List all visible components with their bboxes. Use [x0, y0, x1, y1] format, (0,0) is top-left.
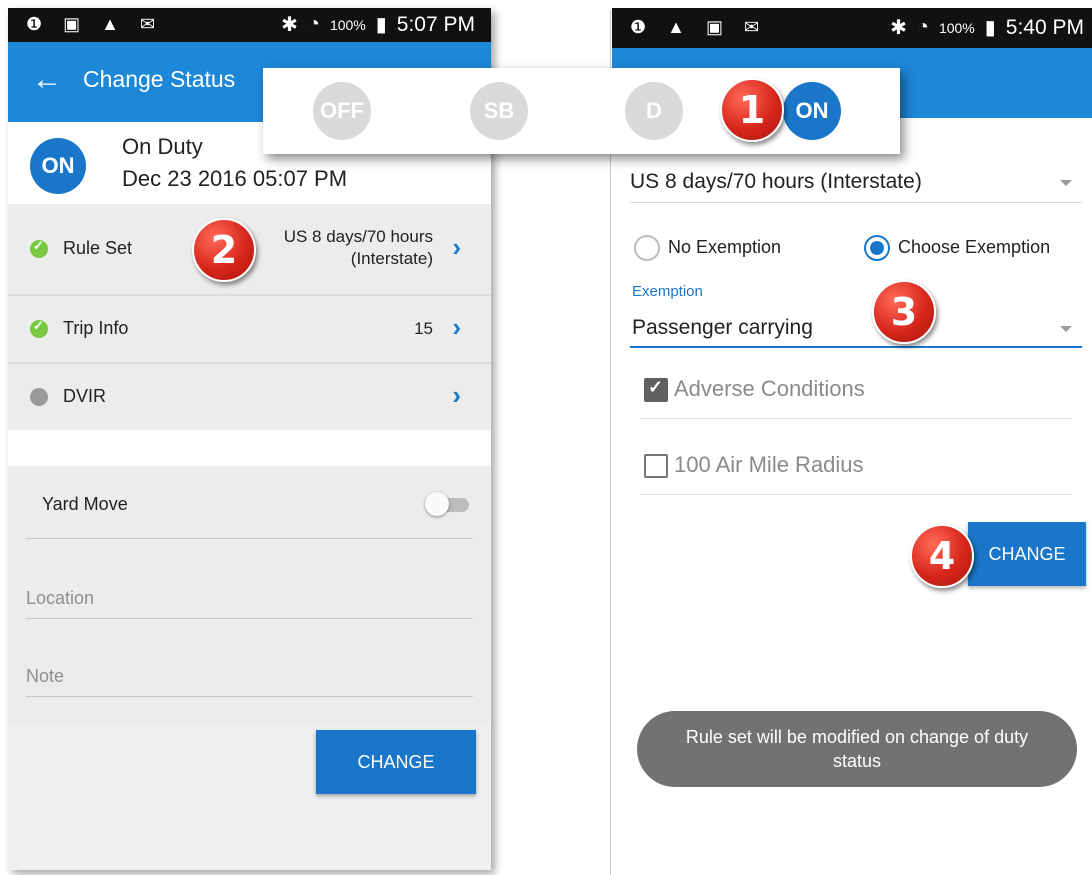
clock: 5:07 PM: [396, 12, 475, 36]
bluetooth-icon: ✱: [890, 17, 907, 39]
wifi-icon: ◔: [916, 16, 929, 38]
yard-move-toggle[interactable]: [425, 492, 469, 516]
checkbox-checked-icon: [644, 377, 668, 402]
row-value: US 8 days/70 hours (Interstate): [284, 226, 433, 270]
check-circle-icon: [30, 318, 48, 338]
rule-set-value-line1: US 8 days/70 hours: [283, 227, 433, 246]
form-area: Yard Move Location Note: [8, 466, 491, 724]
status-bar: ❶ ▣ ▲ ✉ ✱ ◔ 100% ▮ 5:07 PM: [8, 8, 491, 42]
checkbox-unchecked-icon: [644, 454, 668, 478]
radio-unselected-icon: [634, 235, 660, 261]
dropdown-arrow-icon: [1060, 180, 1072, 186]
change-button-right[interactable]: CHANGE: [968, 522, 1086, 586]
battery-icon: ▮: [984, 17, 996, 39]
battery-icon: ▮: [375, 14, 387, 36]
divider: [26, 538, 473, 539]
step-marker-4: 4: [910, 524, 974, 588]
page-title: Change Status: [83, 66, 236, 92]
change-button[interactable]: CHANGE: [316, 730, 476, 794]
battery-level: 100%: [329, 16, 366, 33]
status-label: On Duty: [122, 134, 203, 159]
choose-exemption-radio[interactable]: Choose Exemption: [864, 234, 1084, 262]
status-dot-icon: [30, 388, 48, 406]
note-underline: [26, 696, 473, 697]
chevron-right-icon: ›: [452, 232, 461, 262]
status-on-button[interactable]: ON: [783, 82, 841, 140]
exemption-label: Exemption: [632, 283, 703, 300]
toast-message: Rule set will be modified on change of d…: [637, 711, 1077, 787]
note-input[interactable]: Note: [26, 666, 64, 687]
air-mile-radius-checkbox[interactable]: 100 Air Mile Radius: [640, 448, 1072, 495]
back-arrow-icon[interactable]: ←: [32, 62, 62, 98]
duty-status-selector: OFF SB D ON: [263, 68, 900, 154]
radio-label: No Exemption: [668, 237, 782, 257]
check-circle-icon: [30, 238, 48, 258]
list-item-trip-info[interactable]: Trip Info 15 ›: [8, 296, 491, 364]
no-exemption-radio[interactable]: No Exemption: [634, 234, 834, 262]
notification-icons: ❶ ▲ ▣ ✉: [630, 17, 768, 37]
row-label: Rule Set: [63, 238, 133, 258]
battery-level: 100%: [938, 19, 975, 36]
ruleset-dropdown[interactable]: US 8 days/70 hours (Interstate): [630, 166, 1082, 203]
status-d-button[interactable]: D: [625, 82, 683, 140]
wifi-icon: ◔: [307, 13, 320, 35]
step-marker-1: 1: [720, 78, 784, 142]
row-label: DVIR: [63, 386, 107, 406]
location-input[interactable]: Location: [26, 588, 94, 609]
adverse-conditions-checkbox[interactable]: Adverse Conditions: [640, 372, 1072, 419]
chevron-right-icon: ›: [452, 380, 461, 410]
status-off-button[interactable]: OFF: [313, 82, 371, 140]
status-datetime: Dec 23 2016 05:07 PM: [122, 166, 348, 191]
section-divider: [8, 430, 491, 466]
location-underline: [26, 618, 473, 619]
chevron-right-icon: ›: [452, 312, 461, 342]
checkbox-label: Adverse Conditions: [674, 376, 865, 401]
yard-move-label: Yard Move: [42, 494, 128, 514]
list-item-dvir[interactable]: DVIR ›: [8, 364, 491, 430]
rule-set-value-line2: (Interstate): [350, 249, 433, 268]
step-marker-2: 2: [192, 218, 256, 282]
clock: 5:40 PM: [1005, 15, 1084, 39]
row-value: 15: [414, 319, 433, 338]
radio-selected-icon: [864, 235, 890, 261]
checkbox-label: 100 Air Mile Radius: [674, 452, 864, 477]
bluetooth-icon: ✱: [281, 14, 298, 36]
exemption-dropdown[interactable]: Passenger carrying: [630, 312, 1082, 348]
notification-icons: ❶ ▣ ▲ ✉: [26, 14, 164, 34]
dropdown-arrow-icon: [1060, 326, 1072, 332]
status-badge: ON: [30, 138, 86, 194]
ruleset-value: US 8 days/70 hours (Interstate): [630, 170, 922, 193]
status-sb-button[interactable]: SB: [470, 82, 528, 140]
row-label: Trip Info: [63, 318, 129, 338]
exemption-value: Passenger carrying: [632, 316, 813, 339]
status-bar-right: ❶ ▲ ▣ ✉ ✱ ◔ 100% ▮ 5:40 PM: [612, 8, 1092, 48]
radio-label: Choose Exemption: [898, 237, 1051, 257]
step-marker-3: 3: [872, 280, 936, 344]
